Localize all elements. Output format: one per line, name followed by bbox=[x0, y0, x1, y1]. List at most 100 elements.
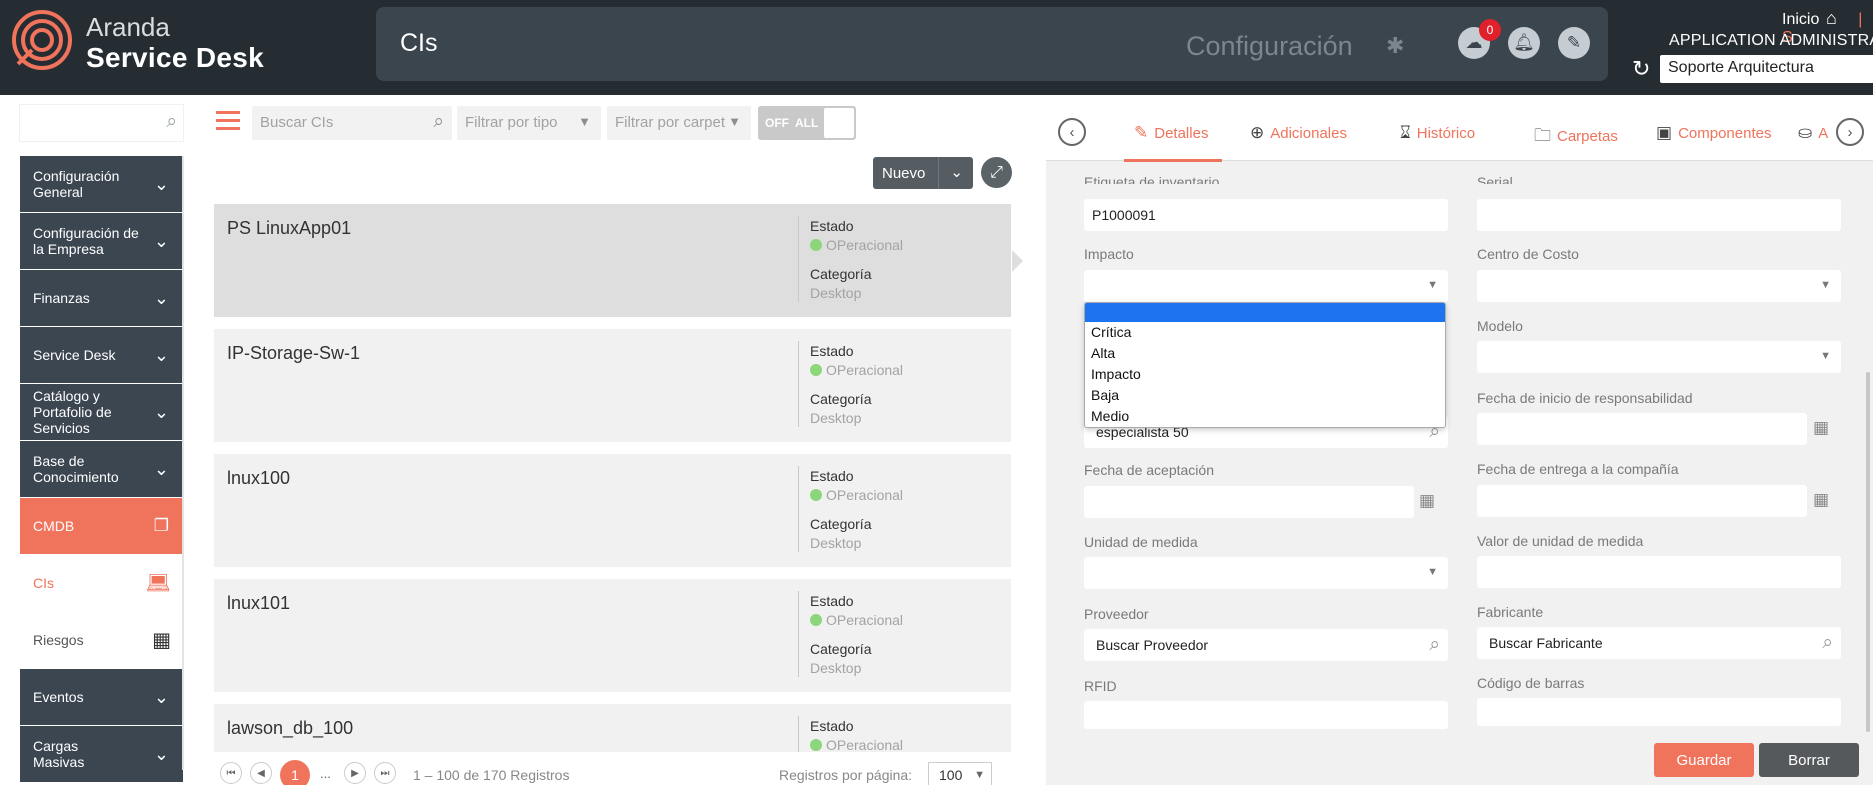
delete-button[interactable]: Borrar bbox=[1759, 743, 1859, 777]
tab-more[interactable]: ⛀ A bbox=[1798, 123, 1828, 143]
edit-icon: ✎ bbox=[1134, 123, 1149, 142]
sidebar-item-catalogo[interactable]: Catálogo y Portafolio de Servicios ⌄ bbox=[20, 384, 183, 440]
proveedor-input[interactable]: Buscar Proveedor ⌕ bbox=[1084, 629, 1448, 661]
ci-card[interactable]: lawson_db_100 Estado OPeracional bbox=[214, 704, 1011, 752]
site-select[interactable]: Soporte Arquitectura bbox=[1660, 55, 1873, 83]
expand-arrows-icon[interactable]: ⤢ bbox=[981, 157, 1012, 188]
sidebar-item-service-desk[interactable]: Service Desk ⌄ bbox=[20, 327, 183, 383]
sidebar-item-label: Configuración General bbox=[33, 168, 120, 200]
dropdown-option[interactable]: Alta bbox=[1085, 343, 1445, 364]
sidebar-item-cargas-masivas[interactable]: Cargas Masivas ⌄ bbox=[20, 726, 183, 782]
fabricante-input[interactable]: Buscar Fabricante ⌕ bbox=[1477, 627, 1841, 659]
ci-card[interactable]: PS LinuxApp01 Estado OPeracional Categor… bbox=[214, 204, 1011, 317]
sidebar-subitem-riesgos[interactable]: Riesgos ▦ bbox=[20, 612, 183, 668]
notification-badge: 0 bbox=[1479, 19, 1501, 41]
search-icon[interactable]: ⌕ bbox=[433, 111, 444, 133]
save-button[interactable]: Guardar bbox=[1654, 743, 1754, 777]
ci-name: PS LinuxApp01 bbox=[227, 218, 352, 238]
prev-tab-icon[interactable]: ‹ bbox=[1058, 118, 1086, 146]
filter-type-select[interactable]: Filtrar por tipo ▼ bbox=[457, 106, 601, 140]
tab-historico[interactable]: ⌛︎ Histórico bbox=[1400, 123, 1475, 143]
dropdown-option[interactable]: Impacto bbox=[1085, 364, 1445, 385]
chevron-down-icon: ⌄ bbox=[153, 345, 169, 365]
toggle-knob[interactable] bbox=[824, 108, 854, 138]
next-tab-icon[interactable]: › bbox=[1836, 118, 1864, 146]
sidebar-item-label: Riesgos bbox=[33, 632, 84, 648]
dropdown-option[interactable]: Crítica bbox=[1085, 322, 1445, 343]
sidebar-subitem-cis[interactable]: CIs 💻︎ bbox=[20, 555, 183, 611]
gear-icon[interactable]: ✱ bbox=[1386, 33, 1404, 59]
serial-input[interactable] bbox=[1477, 199, 1841, 231]
triangle-down-icon: ▼ bbox=[1820, 350, 1831, 362]
sidebar-item-finanzas[interactable]: Finanzas ⌄ bbox=[20, 270, 183, 326]
costcenter-select[interactable]: ▼ bbox=[1477, 270, 1841, 302]
filter-folder-select[interactable]: Filtrar por carpeta ▼ bbox=[607, 106, 751, 140]
calendar-icon[interactable]: ▦ bbox=[1419, 491, 1435, 511]
accept-date-label: Fecha de aceptación bbox=[1084, 462, 1214, 478]
calendar-icon[interactable]: ▦ bbox=[1813, 418, 1829, 438]
sidebar-item-eventos[interactable]: Eventos ⌄ bbox=[20, 669, 183, 725]
sidebar-item-label: Service Desk bbox=[33, 347, 116, 363]
estado-label: Estado bbox=[810, 218, 854, 234]
chevron-down-icon[interactable]: ⌄ bbox=[950, 163, 963, 181]
card-divider bbox=[798, 466, 799, 552]
dropdown-option-empty[interactable] bbox=[1085, 303, 1445, 322]
refresh-icon[interactable]: ↻ bbox=[1632, 56, 1650, 82]
sidebar-item-base-conocimiento[interactable]: Base de Conocimiento ⌄ bbox=[20, 441, 183, 497]
rfid-input[interactable] bbox=[1084, 701, 1448, 729]
accept-date-input[interactable] bbox=[1084, 486, 1414, 518]
first-page-icon[interactable]: ⏮ bbox=[220, 762, 242, 784]
next-page-icon[interactable]: ▶ bbox=[344, 762, 366, 784]
config-link[interactable]: Configuración bbox=[1186, 31, 1353, 62]
tab-adicionales[interactable]: ⊕ Adicionales bbox=[1250, 123, 1347, 143]
sidebar-item-configuracion-empresa[interactable]: Configuración de la Empresa ⌄ bbox=[20, 213, 183, 269]
search-icon[interactable]: ⌕ bbox=[1822, 632, 1833, 654]
sidebar-item-configuracion-general[interactable]: Configuración General ⌄ bbox=[20, 156, 183, 212]
modelo-select[interactable]: ▼ bbox=[1477, 341, 1841, 373]
card-divider bbox=[798, 716, 799, 752]
resp-date-input[interactable] bbox=[1477, 413, 1807, 445]
search-cis-input[interactable]: Buscar CIs ⌕ bbox=[252, 106, 452, 140]
per-page-select[interactable]: 100 ▼ bbox=[928, 762, 992, 785]
top-bar: Aranda Service Desk CIs Configuración ✱ … bbox=[0, 0, 1873, 95]
categoria-value: Desktop bbox=[810, 285, 862, 301]
sidebar-search-input[interactable]: ⌕ bbox=[20, 105, 183, 141]
search-icon[interactable]: ⌕ bbox=[166, 111, 177, 133]
calendar-icon[interactable]: ▦ bbox=[1813, 490, 1829, 510]
barcode-input[interactable] bbox=[1477, 698, 1841, 726]
proveedor-label: Proveedor bbox=[1084, 606, 1149, 622]
hamburger-menu-icon[interactable] bbox=[216, 111, 240, 130]
sidebar-item-cmdb[interactable]: CMDB ❐ bbox=[20, 498, 183, 554]
triangle-down-icon: ▼ bbox=[974, 769, 985, 781]
folder-icon: 🗀 bbox=[1534, 126, 1551, 145]
triangle-down-icon: ▼ bbox=[1820, 279, 1831, 291]
form-scrollbar[interactable] bbox=[1866, 372, 1870, 732]
aranda-logo-icon bbox=[12, 10, 72, 70]
magic-wand-icon[interactable]: ✎ bbox=[1558, 27, 1590, 59]
ci-card[interactable]: IP-Storage-Sw-1 Estado OPeracional Categ… bbox=[214, 329, 1011, 442]
last-page-icon[interactable]: ⏭ bbox=[374, 762, 396, 784]
estado-label: Estado bbox=[810, 343, 854, 359]
off-all-toggle[interactable]: OFF ALL bbox=[758, 106, 856, 140]
inventory-input[interactable]: P1000091 bbox=[1084, 199, 1448, 231]
tab-componentes[interactable]: ▣ Componentes bbox=[1656, 123, 1771, 143]
impacto-select[interactable]: ▼ bbox=[1084, 270, 1448, 302]
dropdown-option[interactable]: Baja bbox=[1085, 385, 1445, 406]
new-button[interactable]: Nuevo ⌄ bbox=[873, 157, 973, 189]
delivery-date-input[interactable] bbox=[1477, 485, 1807, 517]
modelo-label: Modelo bbox=[1477, 318, 1523, 334]
home-icon[interactable]: ⌂ bbox=[1826, 8, 1837, 29]
current-page[interactable]: 1 bbox=[280, 760, 310, 785]
ci-card[interactable]: lnux100 Estado OPeracional Categoría Des… bbox=[214, 454, 1011, 567]
bell-icon[interactable]: 🔔︎ bbox=[1508, 27, 1540, 59]
prev-page-icon[interactable]: ◀ bbox=[250, 762, 272, 784]
page-title: CIs bbox=[400, 29, 438, 57]
dropdown-option[interactable]: Medio bbox=[1085, 406, 1445, 427]
tab-detalles[interactable]: ✎ Detalles bbox=[1124, 123, 1223, 162]
unit-value-input[interactable] bbox=[1477, 556, 1841, 588]
search-icon[interactable]: ⌕ bbox=[1429, 634, 1440, 656]
ci-card[interactable]: lnux101 Estado OPeracional Categoría Des… bbox=[214, 579, 1011, 692]
tab-carpetas[interactable]: 🗀 Carpetas bbox=[1534, 123, 1618, 152]
unit-select[interactable]: ▼ bbox=[1084, 557, 1448, 589]
plus-circle-icon: ⊕ bbox=[1250, 123, 1265, 142]
